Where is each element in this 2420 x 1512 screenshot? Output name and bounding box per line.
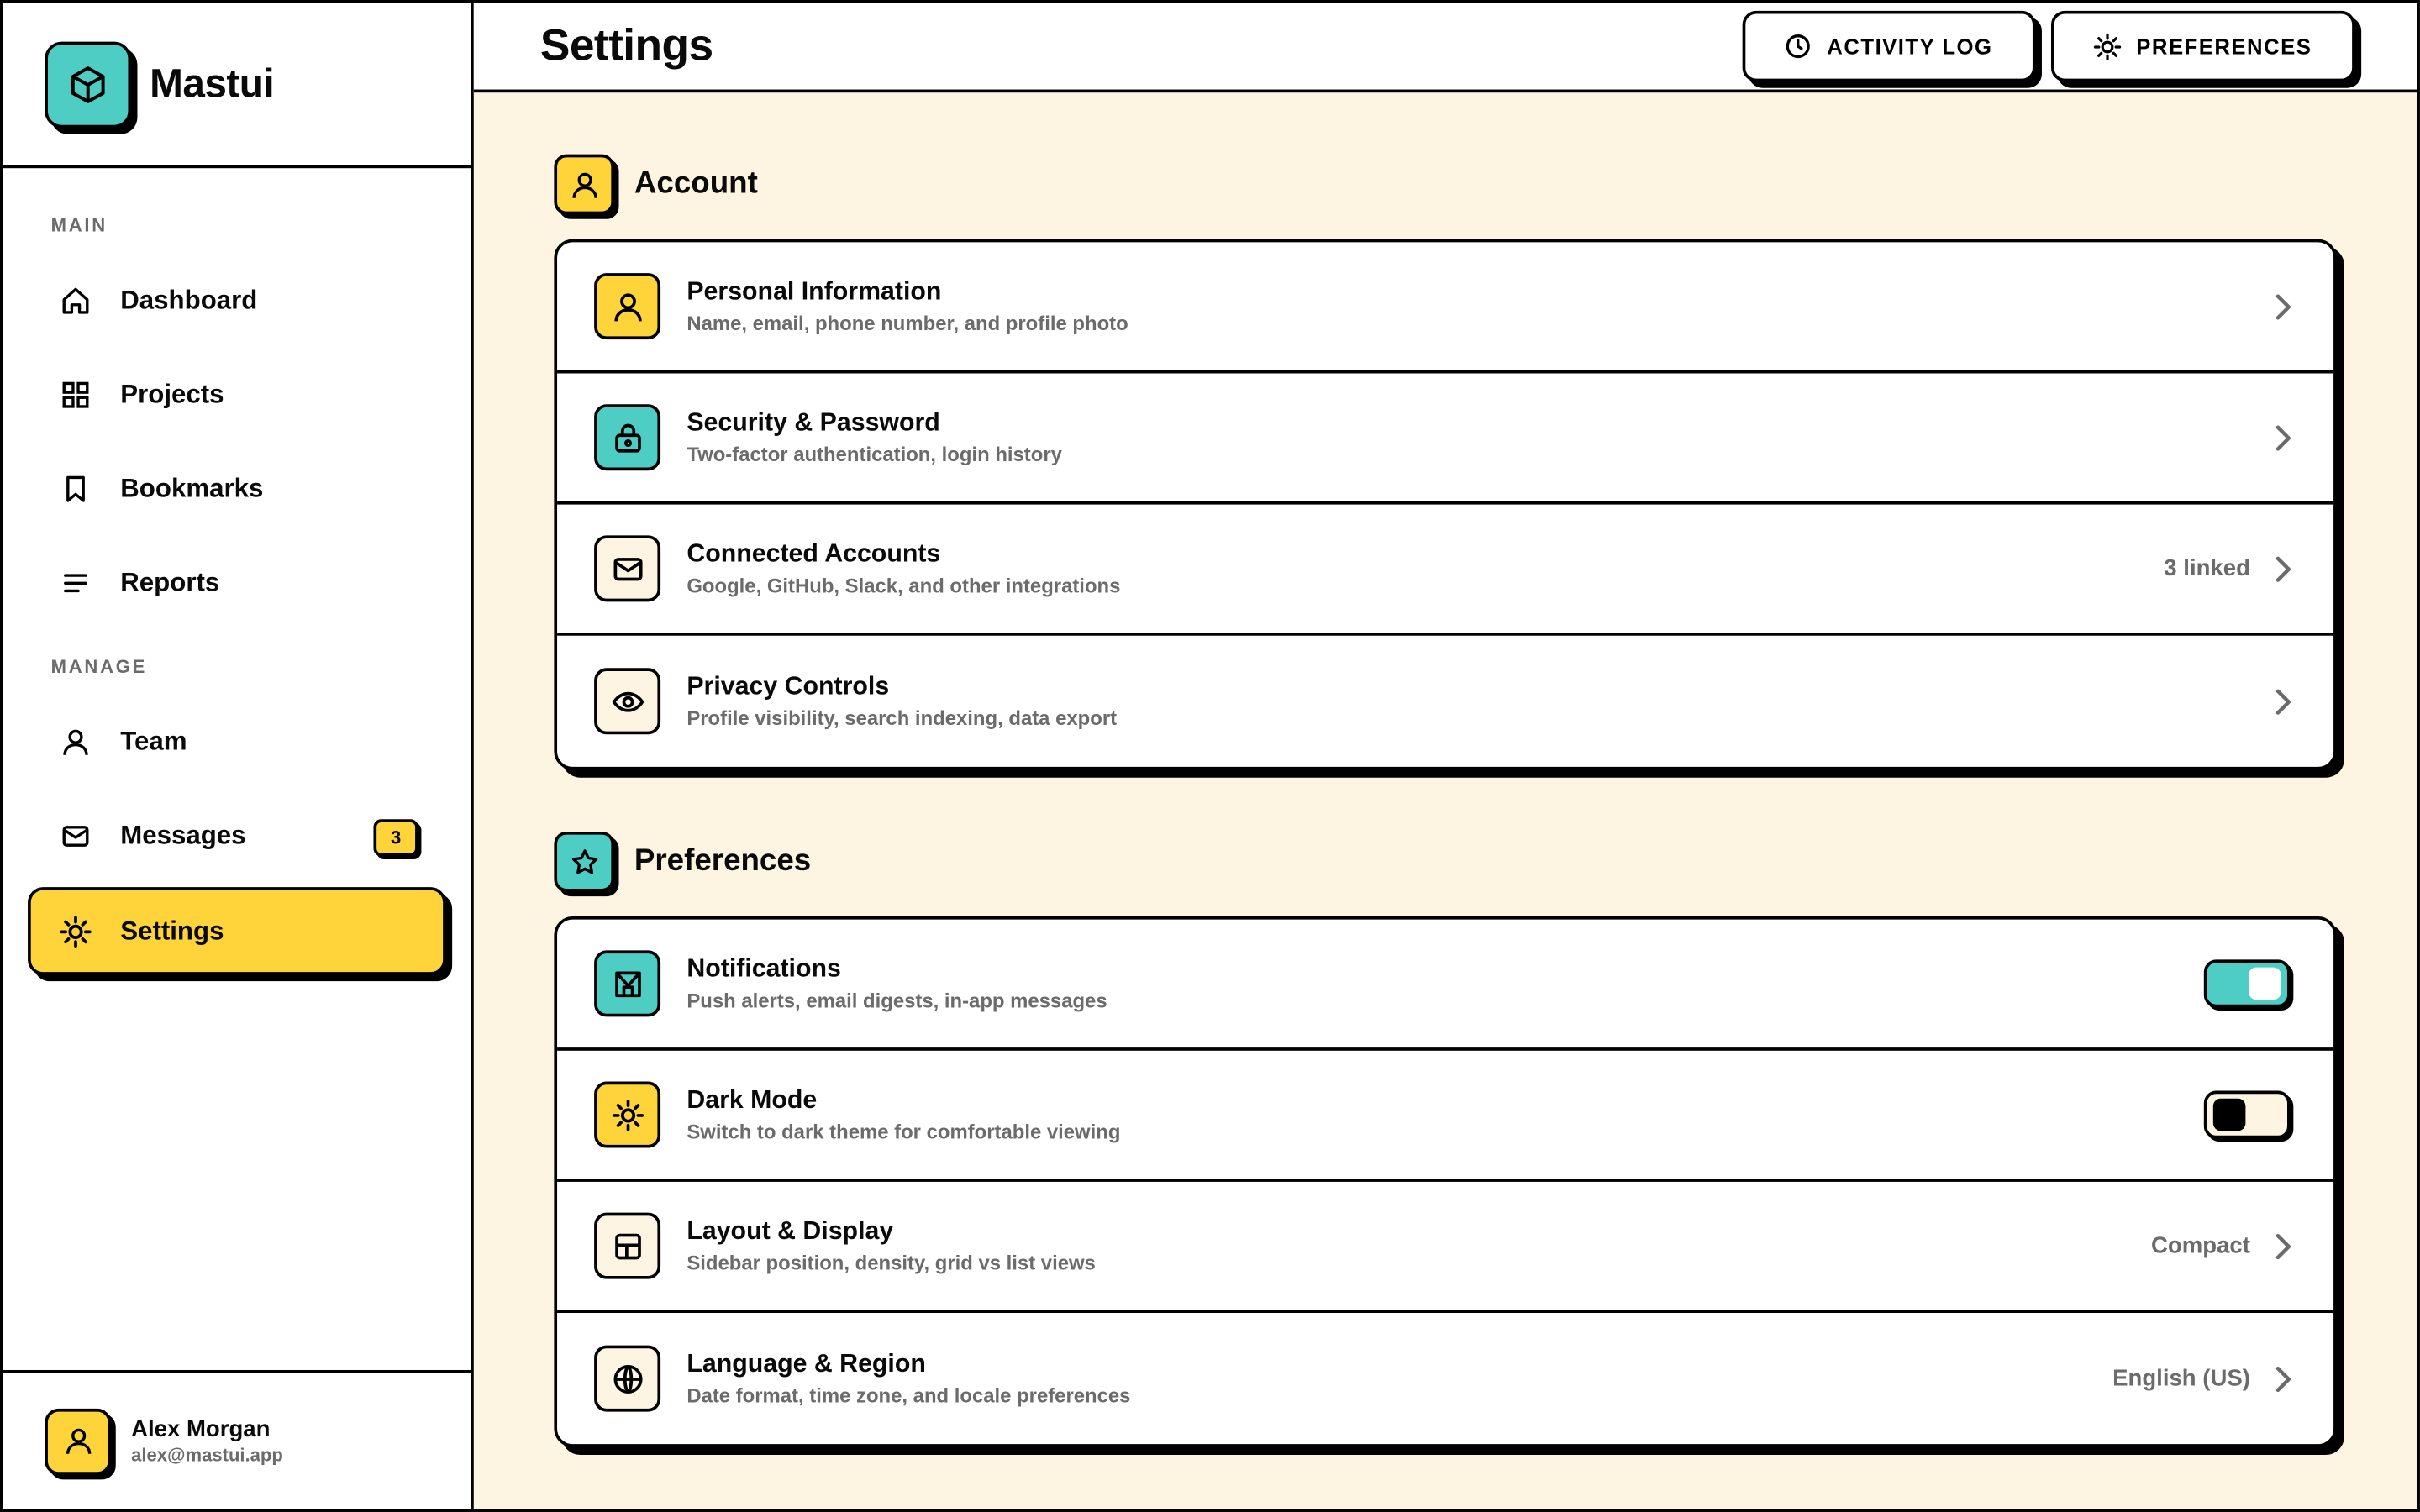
- sidebar-item-projects[interactable]: Projects: [28, 352, 446, 437]
- mail-icon: [57, 817, 94, 854]
- user-icon: [554, 154, 615, 215]
- row-description: Sidebar position, density, grid vs list …: [687, 1251, 1096, 1275]
- section-title: Preferences: [634, 843, 812, 879]
- home-icon: [57, 281, 94, 318]
- row-title: Dark Mode: [687, 1086, 818, 1115]
- row-description: Name, email, phone number, and profile p…: [687, 312, 1128, 335]
- sidebar-item-messages[interactable]: Messages 3: [28, 793, 446, 878]
- star-icon: [554, 831, 615, 892]
- topbar: Settings ACTIVITY LOG PREFERENCES: [473, 3, 2417, 93]
- sidebar-item-label: Bookmarks: [120, 472, 264, 502]
- eye-icon: [594, 668, 661, 735]
- gear-icon: [57, 912, 94, 949]
- sidebar-item-label: Dashboard: [120, 284, 258, 314]
- inbox-icon: [594, 950, 661, 1017]
- messages-count-badge: 3: [373, 819, 418, 857]
- layout-icon: [594, 1212, 661, 1279]
- row-description: Profile visibility, search indexing, dat…: [687, 706, 1118, 730]
- brand-name: Mastui: [150, 60, 275, 107]
- sidebar-item-label: Settings: [120, 916, 224, 945]
- dark-mode-toggle[interactable]: [2203, 1090, 2291, 1139]
- activity-log-button[interactable]: ACTIVITY LOG: [1742, 10, 2036, 82]
- sidebar-item-dashboard[interactable]: Dashboard: [28, 258, 446, 343]
- preferences-label: PREFERENCES: [2136, 34, 2312, 59]
- personal-information-row[interactable]: Personal Information Name, email, phone …: [557, 242, 2334, 374]
- chevron-right-icon: [2272, 291, 2294, 322]
- settings-content: Account Personal Information Name, email…: [474, 92, 2417, 1509]
- brand[interactable]: Mastui: [3, 3, 471, 169]
- row-description: Date format, time zone, and locale prefe…: [687, 1383, 1131, 1408]
- language-value: English (US): [2112, 1365, 2250, 1392]
- lines-icon: [57, 564, 94, 601]
- row-title: Notifications: [687, 954, 841, 983]
- row-title: Personal Information: [687, 277, 942, 306]
- main-content: Settings ACTIVITY LOG PREFERENCES Accoun…: [473, 3, 2417, 1509]
- sun-icon: [2091, 31, 2123, 62]
- avatar: [45, 1407, 112, 1474]
- row-description: Two-factor authentication, login history: [687, 443, 1062, 466]
- row-title: Connected Accounts: [687, 539, 941, 568]
- toggle-knob: [2249, 967, 2281, 1000]
- security-password-row[interactable]: Security & Password Two-factor authentic…: [557, 373, 2334, 505]
- mail-icon: [594, 535, 661, 602]
- user-email: alex@mastui.app: [131, 1444, 283, 1466]
- row-description: Google, GitHub, Slack, and other integra…: [687, 574, 1121, 597]
- sidebar-item-team[interactable]: Team: [28, 699, 446, 784]
- sidebar-item-settings[interactable]: Settings: [28, 887, 446, 975]
- sidebar-item-bookmarks[interactable]: Bookmarks: [28, 446, 446, 531]
- grid-icon: [57, 375, 94, 412]
- globe-icon: [594, 1345, 661, 1412]
- lock-icon: [594, 404, 661, 471]
- dark-mode-row: Dark Mode Switch to dark theme for comfo…: [557, 1051, 2334, 1182]
- row-description: Switch to dark theme for comfortable vie…: [687, 1120, 1121, 1143]
- sun-icon: [594, 1081, 661, 1148]
- chevron-right-icon: [2272, 1231, 2294, 1262]
- user-info: Alex Morgan alex@mastui.app: [131, 1416, 283, 1466]
- chevron-right-icon: [2272, 685, 2294, 717]
- layout-value: Compact: [2151, 1232, 2250, 1259]
- layout-display-row[interactable]: Layout & Display Sidebar position, densi…: [557, 1182, 2334, 1314]
- account-card: Personal Information Name, email, phone …: [554, 239, 2337, 770]
- nav-section-main: MAIN: [50, 214, 108, 237]
- privacy-controls-row[interactable]: Privacy Controls Profile visibility, sea…: [557, 636, 2333, 767]
- sidebar: Mastui MAIN Dashboard Projects Bookmarks…: [3, 3, 474, 1509]
- notifications-toggle[interactable]: [2203, 959, 2291, 1008]
- user-icon: [594, 273, 661, 340]
- user-icon: [57, 722, 94, 759]
- language-region-row[interactable]: Language & Region Date format, time zone…: [557, 1313, 2333, 1444]
- sidebar-item-label: Team: [120, 726, 187, 756]
- row-title: Privacy Controls: [687, 672, 890, 701]
- activity-log-label: ACTIVITY LOG: [1827, 34, 1993, 59]
- toggle-knob: [2212, 1098, 2246, 1131]
- notifications-row: Notifications Push alerts, email digests…: [557, 920, 2334, 1051]
- sidebar-item-label: Projects: [120, 378, 224, 408]
- user-name: Alex Morgan: [131, 1416, 271, 1443]
- nav-section-manage: MANAGE: [50, 655, 148, 678]
- row-description: Push alerts, email digests, in-app messa…: [687, 989, 1107, 1012]
- user-profile[interactable]: Alex Morgan alex@mastui.app: [3, 1369, 471, 1509]
- sidebar-item-label: Reports: [120, 566, 220, 596]
- chevron-right-icon: [2272, 553, 2294, 584]
- cube-icon: [45, 40, 132, 128]
- connected-accounts-row[interactable]: Connected Accounts Google, GitHub, Slack…: [557, 505, 2334, 636]
- sidebar-item-label: Messages: [120, 820, 246, 850]
- page-title: Settings: [539, 20, 713, 71]
- preferences-button[interactable]: PREFERENCES: [2051, 10, 2355, 82]
- linked-count: 3 linked: [2164, 555, 2250, 582]
- preferences-section-header: Preferences: [554, 831, 2336, 892]
- chevron-right-icon: [2272, 422, 2294, 453]
- clock-icon: [1782, 31, 1813, 62]
- section-title: Account: [634, 166, 758, 201]
- app-window: Mastui MAIN Dashboard Projects Bookmarks…: [0, 0, 2420, 1512]
- preferences-card: Notifications Push alerts, email digests…: [554, 916, 2337, 1447]
- account-section-header: Account: [554, 154, 2336, 215]
- bookmark-icon: [57, 470, 94, 507]
- row-title: Language & Region: [687, 1350, 926, 1378]
- sidebar-item-reports[interactable]: Reports: [28, 540, 446, 625]
- row-title: Layout & Display: [687, 1217, 894, 1246]
- sidebar-nav: MAIN Dashboard Projects Bookmarks Report…: [3, 168, 471, 1370]
- row-title: Security & Password: [687, 408, 940, 437]
- chevron-right-icon: [2272, 1363, 2294, 1394]
